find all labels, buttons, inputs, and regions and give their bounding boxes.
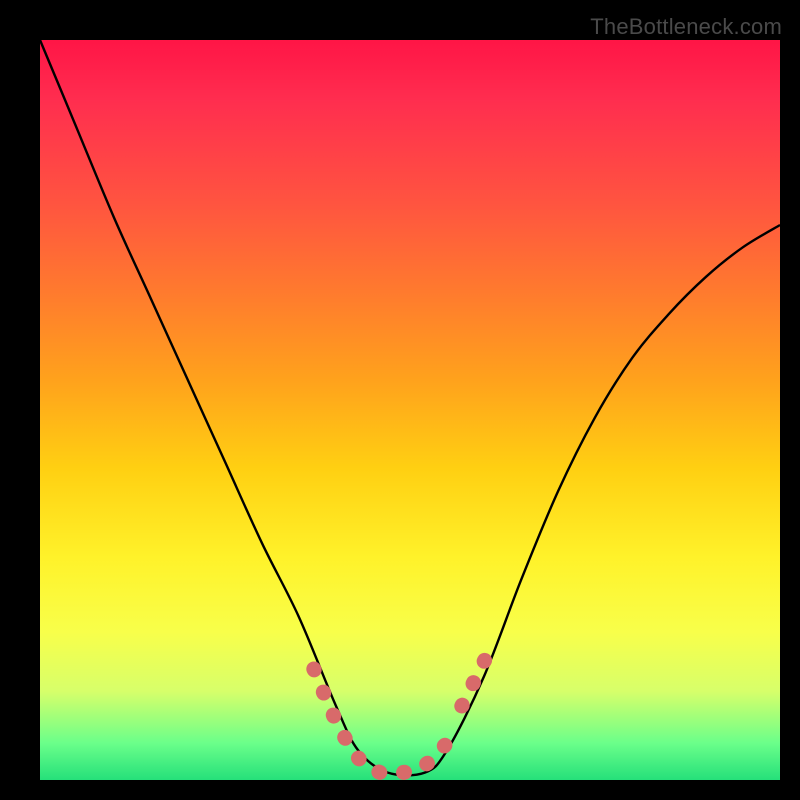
highlight-segment bbox=[314, 669, 447, 774]
highlight-segments bbox=[314, 647, 492, 774]
bottleneck-curve bbox=[40, 40, 780, 780]
watermark-brand: TheBottleneck.com bbox=[590, 14, 782, 40]
highlight-segment bbox=[462, 647, 492, 706]
curve-path bbox=[40, 40, 780, 775]
plot-area bbox=[40, 40, 780, 780]
chart-frame: TheBottleneck.com bbox=[0, 0, 800, 800]
